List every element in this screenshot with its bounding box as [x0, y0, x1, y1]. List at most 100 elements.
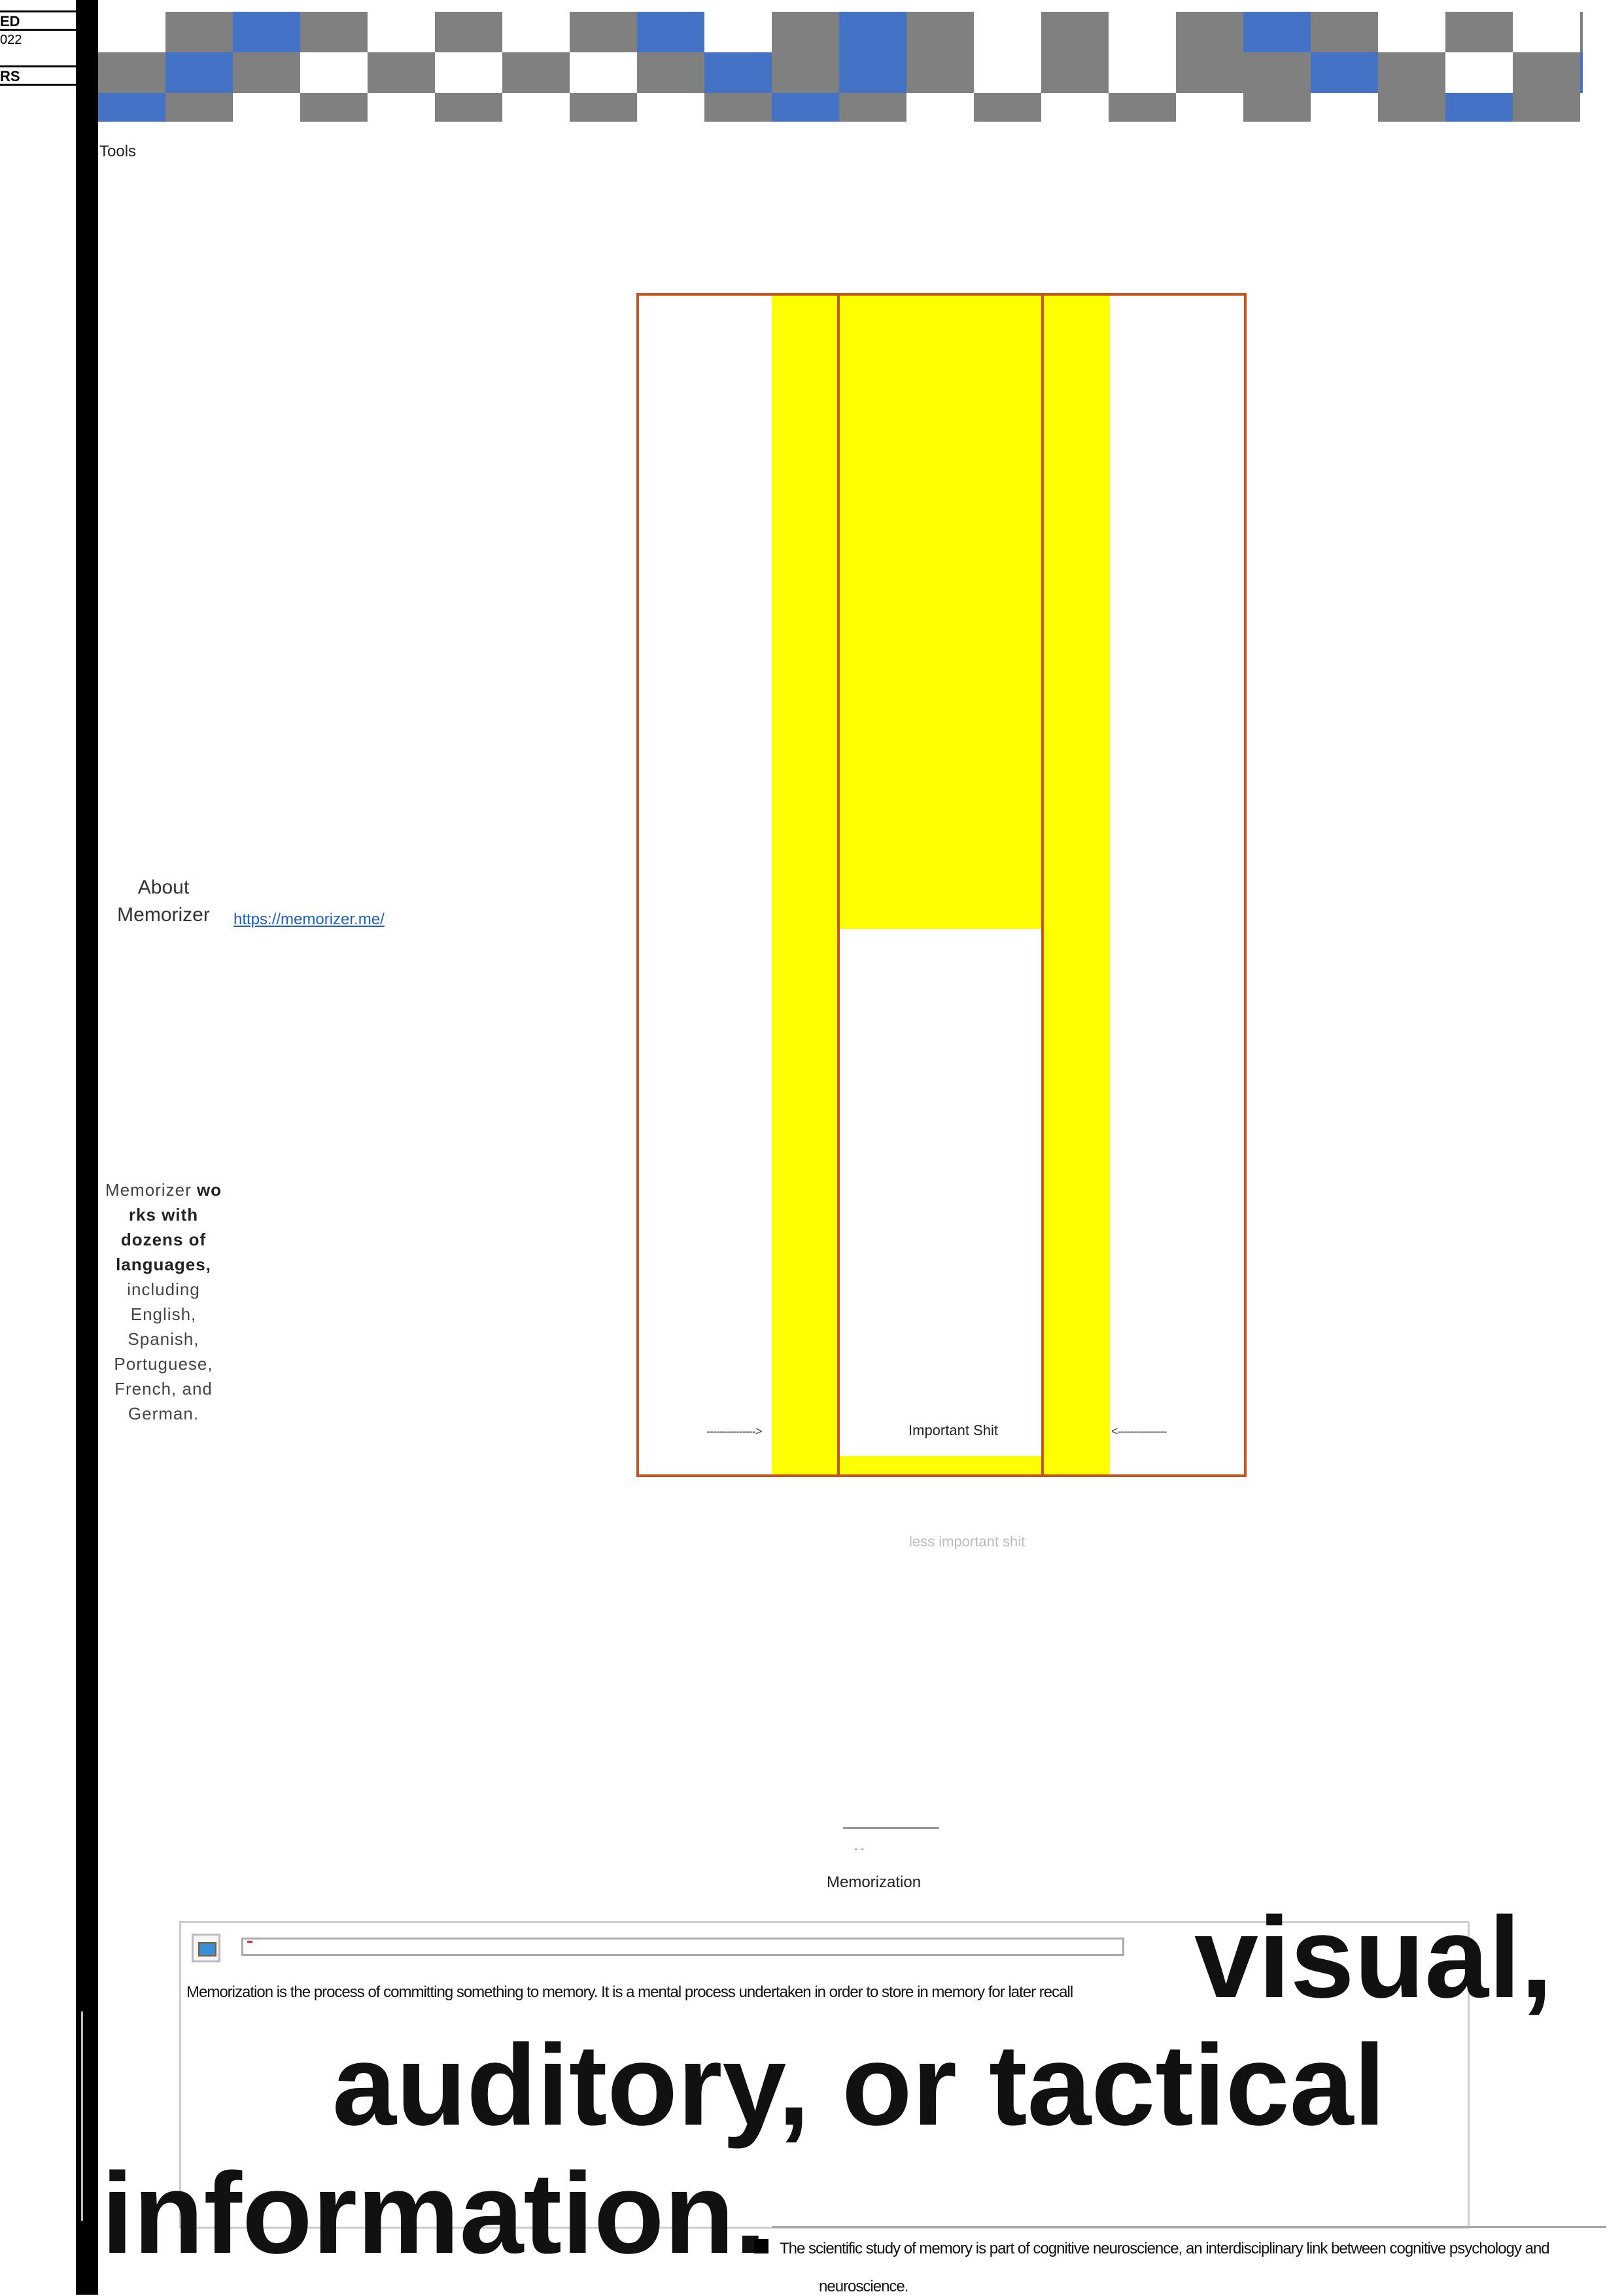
highlight-diagram: ---------------> Important Shit <-------…: [636, 293, 1247, 1477]
checker-cell: [165, 12, 233, 52]
paragraph-text: Spanish,: [128, 1329, 199, 1349]
big-text-line: auditory, or tactical: [332, 2021, 1386, 2149]
checker-cell: [98, 12, 165, 52]
checker-cell: [637, 0, 704, 12]
checker-cell: [570, 0, 637, 12]
languages-paragraph: Memorizer wo rks with dozens of languages, i…: [98, 1177, 229, 1426]
checker-cell: [704, 12, 772, 52]
checker-cell: [502, 0, 570, 12]
checker-cell: [1176, 12, 1243, 52]
checker-cell: [1243, 93, 1311, 122]
paragraph-text: Portuguese,: [114, 1354, 213, 1374]
checker-cell: [502, 52, 570, 93]
checker-cell: [1109, 93, 1176, 122]
checker-cell: [839, 12, 906, 52]
checker-cell: [1445, 12, 1513, 52]
checker-cell: [1176, 93, 1243, 122]
margin-rule: [0, 65, 76, 67]
image-icon[interactable]: [192, 1934, 220, 1962]
paragraph-bold-text: rks with: [128, 1205, 199, 1225]
checker-cell: [233, 12, 300, 52]
checker-cell: [1580, 52, 1583, 93]
checker-cell: [1513, 12, 1580, 52]
checker-cell: [1041, 52, 1109, 93]
checker-cell: [368, 0, 435, 12]
neuroscience-paragraph-end: neuroscience.: [819, 2278, 908, 2295]
less-important-label: less important shit: [909, 1533, 1026, 1550]
checker-cell: [772, 0, 839, 12]
checker-cell: [1513, 93, 1580, 122]
checker-cell: [1580, 0, 1583, 12]
checker-cell: [704, 52, 772, 93]
checker-cell: [839, 0, 906, 12]
checker-cell: [233, 93, 300, 122]
checker-cell: [98, 93, 165, 122]
paragraph-bold-text: languages,: [116, 1255, 211, 1274]
checker-cell: [300, 0, 368, 12]
checker-cell: [435, 12, 502, 52]
checker-cell: [1176, 52, 1243, 93]
right-arrow: <---------------: [1111, 1425, 1167, 1438]
tools-label: Tools: [99, 143, 137, 160]
panel-text-field[interactable]: [241, 1938, 1124, 1956]
checker-cell: [906, 12, 974, 52]
checker-cell: [1445, 93, 1513, 122]
checker-cell: [1041, 0, 1109, 12]
left-black-bar: [76, 0, 98, 2295]
checker-cell: [974, 93, 1041, 122]
checker-cell: [1513, 0, 1580, 12]
about-line: Memorizer: [117, 904, 210, 926]
paragraph-line: rks with: [98, 1202, 229, 1227]
checker-cell: [502, 12, 570, 52]
checker-cell: [772, 12, 839, 52]
checker-cell: [1378, 93, 1445, 122]
checker-cell: [435, 0, 502, 12]
margin-stub-text: RS: [0, 68, 20, 84]
checker-cell: [368, 52, 435, 93]
checker-cell: [704, 0, 772, 12]
checker-cell: [570, 12, 637, 52]
checker-cell: [839, 52, 906, 93]
checker-cell: [637, 12, 704, 52]
checker-cell: [906, 52, 974, 93]
yellow-bottom-strip: [840, 1456, 1041, 1474]
checker-cell: [1109, 12, 1176, 52]
checker-cell: [98, 52, 165, 93]
checker-cell: [974, 12, 1041, 52]
checker-cell: [1513, 52, 1580, 93]
paragraph-line: French, and: [98, 1376, 229, 1401]
checker-cell: [1109, 0, 1176, 12]
checker-header-banner: [98, 0, 1583, 122]
checker-cell: [974, 0, 1041, 12]
checker-cell: [435, 93, 502, 122]
paragraph-line: Memorizer wo: [98, 1177, 229, 1202]
yellow-center-block: [840, 296, 1041, 929]
checker-cell: [165, 0, 233, 12]
checker-cell: [772, 52, 839, 93]
checker-cell: [570, 52, 637, 93]
checker-cell: [300, 52, 368, 93]
checker-cell: [906, 0, 974, 12]
paragraph-text: French, and: [114, 1379, 213, 1399]
checker-cell: [165, 52, 233, 93]
paragraph-text: English,: [130, 1304, 197, 1324]
red-mark: - -: [854, 1843, 865, 1854]
checker-cell: [1041, 93, 1109, 122]
checker-cell: [1243, 12, 1311, 52]
checker-cell: [368, 93, 435, 122]
paragraph-line: including: [98, 1277, 229, 1302]
paragraph-text: including: [127, 1279, 200, 1299]
big-text-line: visual,: [1194, 1894, 1553, 2022]
paragraph-bold-text: wo: [196, 1180, 222, 1200]
checker-cell: [502, 93, 570, 122]
checker-cell: [300, 93, 368, 122]
margin-stub-text: 022: [0, 33, 22, 47]
memorizer-link[interactable]: https://memorizer.me/: [233, 911, 385, 929]
checker-cell: [435, 52, 502, 93]
faint-rule: [81, 2011, 83, 2221]
divider: [772, 2226, 1606, 2228]
checker-cell: [1176, 0, 1243, 12]
checker-cell: [1311, 12, 1378, 52]
memorization-title: Memorization: [827, 1873, 922, 1891]
checker-cell: [1311, 52, 1378, 93]
